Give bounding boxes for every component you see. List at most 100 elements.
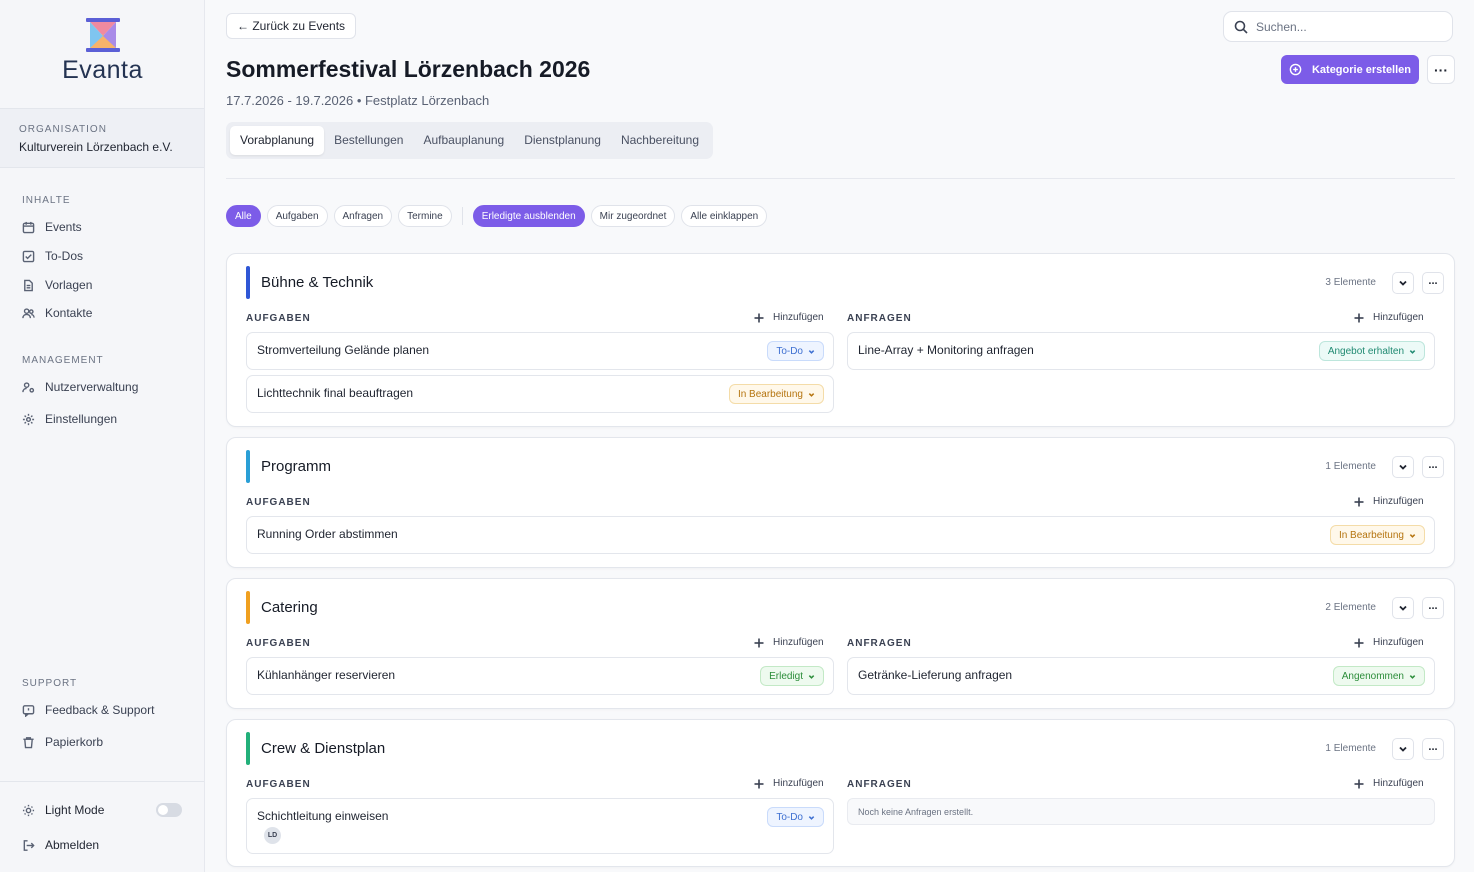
empty-requests-message: Noch keine Anfragen erstellt.: [847, 798, 1435, 825]
brand-logo[interactable]: Evanta: [0, 16, 205, 85]
trash-icon: [23, 736, 34, 748]
status-dropdown[interactable]: To-Do: [767, 341, 824, 361]
light-mode-row[interactable]: Light Mode: [22, 800, 104, 820]
add-task-button[interactable]: Hinzufügen: [754, 312, 824, 323]
task-title: Schichtleitung einweisen: [257, 809, 389, 823]
tasks-label: AUFGABEN: [246, 779, 311, 790]
filter-anfragen[interactable]: Anfragen: [333, 205, 393, 227]
add-task-button[interactable]: Hinzufügen: [754, 778, 824, 789]
task-item[interactable]: Schichtleitung einweisen LD To-Do: [246, 798, 834, 854]
section-label-management: MANAGEMENT: [22, 355, 104, 366]
category-color-bar: [246, 732, 250, 765]
sidebar-item-papierkorb[interactable]: Papierkorb: [22, 732, 103, 752]
collapse-button[interactable]: [1392, 597, 1414, 619]
event-subtitle: 17.7.2026 - 19.7.2026 • Festplatz Lörzen…: [226, 93, 490, 108]
request-item[interactable]: Getränke-Lieferung anfragen Angenommen: [847, 657, 1435, 695]
category-more-button[interactable]: ...: [1422, 272, 1444, 294]
create-category-button[interactable]: Kategorie erstellen: [1281, 55, 1419, 84]
tasks-label: AUFGABEN: [246, 497, 311, 508]
add-label: Hinzufügen: [1373, 778, 1424, 789]
avatar[interactable]: LD: [264, 827, 281, 844]
chevron-down-icon: [808, 349, 815, 354]
chevron-down-icon: [1399, 280, 1407, 286]
filter-termine[interactable]: Termine: [398, 205, 452, 227]
category-color-bar: [246, 266, 250, 299]
sidebar-item-kontakte[interactable]: Kontakte: [22, 303, 92, 323]
filter-assigned-to-me[interactable]: Mir zugeordnet: [590, 205, 676, 227]
category-title: Crew & Dienstplan: [261, 740, 386, 757]
more-options-button[interactable]: ···: [1427, 55, 1455, 84]
filter-hide-done[interactable]: Erledigte ausblenden: [472, 205, 585, 227]
brand-name: Evanta: [62, 56, 143, 84]
filter-separator: [461, 207, 463, 225]
tab-dienstplanung[interactable]: Dienstplanung: [514, 126, 611, 155]
light-mode-label: Light Mode: [45, 803, 105, 817]
tab-vorabplanung[interactable]: Vorabplanung: [230, 126, 325, 155]
category-title: Bühne & Technik: [261, 274, 374, 291]
user-settings-icon: [22, 381, 35, 393]
category-title: Programm: [261, 458, 332, 475]
plus-icon: [1354, 638, 1364, 647]
sidebar-item-todos[interactable]: To-Dos: [22, 246, 83, 266]
status-dropdown[interactable]: Angebot erhalten: [1318, 341, 1425, 361]
category-more-button[interactable]: ...: [1422, 738, 1444, 760]
add-task-button[interactable]: Hinzufügen: [754, 637, 824, 648]
sidebar-item-events[interactable]: Events: [22, 217, 82, 237]
task-title: Stromverteilung Gelände planen: [257, 343, 430, 357]
filter-aufgaben[interactable]: Aufgaben: [266, 205, 328, 227]
page-title: Sommerfestival Lörzenbach 2026: [226, 56, 591, 82]
sidebar-item-label: Vorlagen: [45, 278, 93, 292]
plus-icon: [1354, 779, 1364, 788]
chevron-down-icon: [808, 815, 815, 820]
chevron-down-icon: [1409, 674, 1416, 679]
category-more-button[interactable]: ...: [1422, 456, 1444, 478]
task-item[interactable]: Lichttechnik final beauftragen In Bearbe…: [246, 375, 834, 413]
back-button[interactable]: ← Zurück zu Events: [226, 13, 357, 39]
category-card: Crew & Dienstplan 1 Elemente ... AUFGABE…: [226, 719, 1455, 867]
sidebar-item-label: Einstellungen: [45, 412, 118, 426]
status-dropdown[interactable]: To-Do: [767, 807, 824, 827]
document-icon: [24, 279, 33, 291]
add-request-button[interactable]: Hinzufügen: [1354, 778, 1424, 789]
requests-label: ANFRAGEN: [847, 779, 912, 790]
tasks-label: AUFGABEN: [246, 313, 311, 324]
filter-alle[interactable]: Alle: [226, 205, 261, 227]
tab-nachbereitung[interactable]: Nachbereitung: [611, 126, 709, 155]
status-dropdown[interactable]: In Bearbeitung: [728, 384, 824, 404]
category-card: Programm 1 Elemente ... AUFGABEN Hinzufü…: [226, 437, 1455, 568]
request-item[interactable]: Line-Array + Monitoring anfragen Angebot…: [847, 332, 1435, 370]
search-box[interactable]: [1223, 11, 1453, 42]
collapse-button[interactable]: [1392, 456, 1414, 478]
task-item[interactable]: Stromverteilung Gelände planen To-Do: [246, 332, 834, 370]
collapse-button[interactable]: [1392, 738, 1414, 760]
add-request-button[interactable]: Hinzufügen: [1354, 312, 1424, 323]
sidebar-item-nutzerverwaltung[interactable]: Nutzerverwaltung: [22, 377, 138, 397]
sidebar-item-feedback[interactable]: Feedback & Support: [22, 700, 154, 720]
logout-button[interactable]: Abmelden: [22, 835, 99, 855]
sidebar-item-label: Papierkorb: [45, 735, 104, 749]
divider: [226, 178, 1455, 179]
task-item[interactable]: Kühlanhänger reservieren Erledigt: [246, 657, 834, 695]
category-more-button[interactable]: ...: [1422, 597, 1444, 619]
search-input[interactable]: [1256, 19, 1436, 34]
status-dropdown[interactable]: Angenommen: [1332, 666, 1425, 686]
category-count: 3 Elemente: [1325, 277, 1376, 288]
collapse-button[interactable]: [1392, 272, 1414, 294]
chevron-down-icon: [1399, 464, 1407, 470]
add-request-button[interactable]: Hinzufügen: [1354, 637, 1424, 648]
organisation-switcher[interactable]: ORGANISATION Kulturverein Lörzenbach e.V…: [0, 108, 204, 168]
logout-label: Abmelden: [45, 838, 100, 852]
add-task-button[interactable]: Hinzufügen: [1354, 496, 1424, 507]
plus-icon: [754, 313, 764, 322]
plus-icon: [754, 779, 764, 788]
sidebar-item-vorlagen[interactable]: Vorlagen: [22, 275, 92, 295]
status-dropdown[interactable]: In Bearbeitung: [1329, 525, 1425, 545]
status-dropdown[interactable]: Erledigt: [760, 666, 824, 686]
task-item[interactable]: Running Order abstimmen In Bearbeitung: [246, 516, 1435, 554]
light-mode-toggle[interactable]: [156, 803, 182, 817]
sun-icon: [22, 804, 35, 816]
tab-aufbauplanung[interactable]: Aufbauplanung: [413, 126, 514, 155]
collapse-all-button[interactable]: Alle einklappen: [681, 205, 768, 227]
tab-bestellungen[interactable]: Bestellungen: [324, 126, 413, 155]
sidebar-item-einstellungen[interactable]: Einstellungen: [22, 409, 117, 429]
